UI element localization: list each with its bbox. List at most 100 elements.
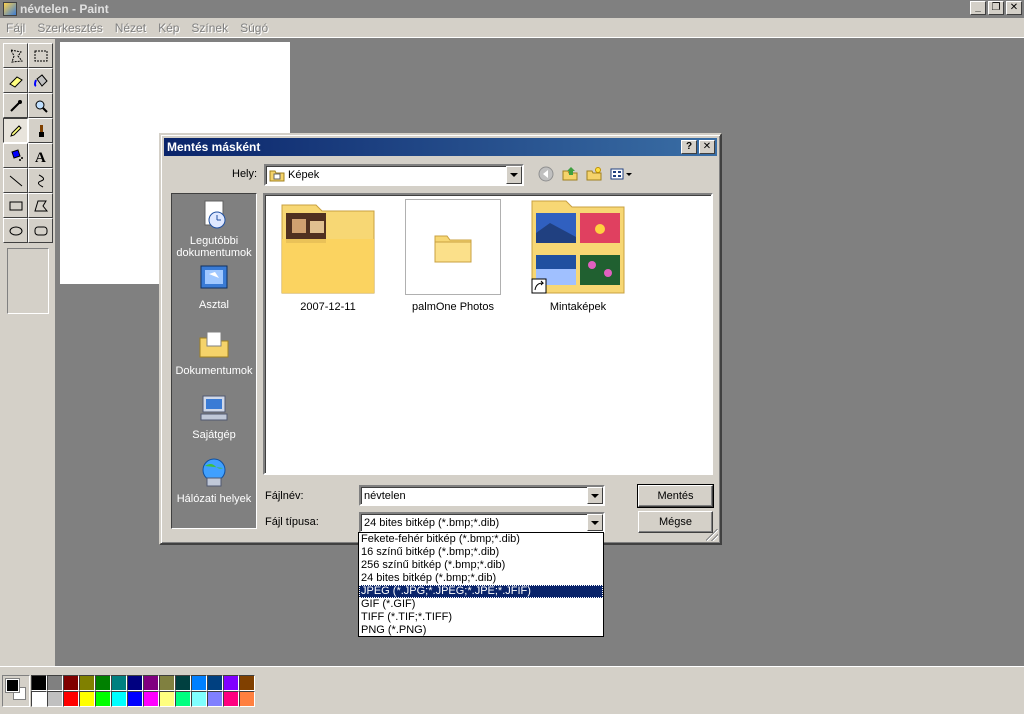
filetype-option[interactable]: 24 bites bitkép (*.bmp;*.dib) (359, 572, 603, 585)
file-item[interactable]: 2007-12-11 (273, 199, 383, 313)
dialog-title: Mentés másként (167, 140, 261, 154)
help-button[interactable]: ? (681, 140, 697, 154)
palette-swatch[interactable] (31, 675, 47, 691)
folder-photo-icon (280, 199, 376, 295)
palette-swatch[interactable] (127, 675, 143, 691)
tool-magnifier[interactable] (28, 93, 53, 118)
palette-swatch[interactable] (223, 675, 239, 691)
file-item[interactable]: palmOne Photos (398, 199, 508, 313)
tool-rect-select[interactable] (28, 43, 53, 68)
close-button[interactable]: ✕ (1006, 1, 1022, 15)
palette-swatch[interactable] (207, 691, 223, 707)
filetype-option[interactable]: PNG (*.PNG) (359, 624, 603, 637)
palette-swatch[interactable] (159, 691, 175, 707)
polygon-icon (33, 200, 48, 211)
palette-swatch[interactable] (79, 691, 95, 707)
tool-rounded-rect[interactable] (28, 218, 53, 243)
location-value: Képek (288, 169, 320, 181)
palette-swatch[interactable] (127, 691, 143, 707)
filename-input[interactable]: névtelen (359, 485, 605, 506)
filetype-option[interactable]: 256 színű bitkép (*.bmp;*.dib) (359, 559, 603, 572)
tool-ellipse[interactable] (3, 218, 28, 243)
tool-line[interactable] (3, 168, 28, 193)
tool-color-picker[interactable] (3, 93, 28, 118)
palette-swatch[interactable] (159, 675, 175, 691)
cancel-button[interactable]: Mégse (638, 511, 713, 533)
save-as-dialog: Mentés másként ? ✕ Hely: Képek Legutóbbi… (159, 133, 722, 545)
place-network[interactable]: Hálózati helyek (172, 456, 256, 505)
minimize-button[interactable]: _ (970, 1, 986, 15)
palette-swatch[interactable] (191, 675, 207, 691)
views-menu-button[interactable] (609, 165, 635, 183)
palette-swatch[interactable] (63, 675, 79, 691)
filetype-option[interactable]: 16 színű bitkép (*.bmp;*.dib) (359, 546, 603, 559)
palette-swatch[interactable] (143, 691, 159, 707)
place-my-computer[interactable]: Sajátgép (172, 392, 256, 441)
palette-swatch[interactable] (95, 675, 111, 691)
back-button[interactable] (537, 165, 555, 183)
tool-text[interactable]: A (28, 143, 53, 168)
dialog-close-button[interactable]: ✕ (699, 140, 715, 154)
place-documents[interactable]: Dokumentumok (172, 328, 256, 377)
airbrush-icon (10, 148, 23, 161)
menu-file[interactable]: Fájl (0, 21, 31, 35)
foreground-color (5, 678, 20, 693)
dialog-titlebar: Mentés másként ? ✕ (164, 138, 717, 156)
tool-airbrush[interactable] (3, 143, 28, 168)
tool-curve[interactable] (28, 168, 53, 193)
palette-swatch[interactable] (175, 691, 191, 707)
palette-swatch[interactable] (31, 691, 47, 707)
menu-view[interactable]: Nézet (109, 21, 152, 35)
palette-swatch[interactable] (111, 675, 127, 691)
tool-brush[interactable] (28, 118, 53, 143)
palette-swatch[interactable] (111, 691, 127, 707)
filetype-option[interactable]: Fekete-fehér bitkép (*.bmp;*.dib) (359, 533, 603, 546)
menu-edit[interactable]: Szerkesztés (31, 21, 108, 35)
filetype-option[interactable]: TIFF (*.TIF;*.TIFF) (359, 611, 603, 624)
eraser-icon (8, 75, 23, 88)
palette-swatch[interactable] (47, 691, 63, 707)
new-folder-button[interactable] (585, 165, 603, 183)
menu-colors[interactable]: Színek (185, 21, 234, 35)
palette-swatch[interactable] (239, 691, 255, 707)
filetype-option-selected[interactable]: JPEG (*.JPG;*.JPEG;*.JPE;*.JFIF) (359, 585, 603, 598)
folder-icon (405, 199, 501, 295)
free-select-icon (9, 48, 23, 63)
up-folder-button[interactable] (561, 165, 579, 183)
tool-free-select[interactable] (3, 43, 28, 68)
tool-eraser[interactable] (3, 68, 28, 93)
palette-swatch[interactable] (207, 675, 223, 691)
palette-swatch[interactable] (143, 675, 159, 691)
filetype-select[interactable]: 24 bites bitkép (*.bmp;*.dib) (359, 512, 605, 533)
palette-swatch[interactable] (63, 691, 79, 707)
current-colors[interactable] (2, 675, 30, 707)
save-button[interactable]: Mentés (637, 484, 714, 508)
tool-pencil[interactable] (3, 118, 28, 143)
menu-image[interactable]: Kép (152, 21, 185, 35)
place-recent-documents[interactable]: Legutóbbi dokumentumok (172, 198, 256, 259)
tool-rectangle[interactable] (3, 193, 28, 218)
file-item[interactable]: Mintaképek (523, 199, 633, 313)
place-desktop[interactable]: Asztal (172, 262, 256, 311)
filename-dropdown-arrow[interactable] (587, 487, 603, 504)
palette-swatch[interactable] (239, 675, 255, 691)
back-arrow-icon (538, 166, 554, 182)
filetype-option[interactable]: GIF (*.GIF) (359, 598, 603, 611)
tool-fill[interactable] (28, 68, 53, 93)
restore-button[interactable]: ❐ (988, 1, 1004, 15)
palette-swatch[interactable] (223, 691, 239, 707)
palette-swatch[interactable] (47, 675, 63, 691)
location-combo[interactable]: Képek (264, 164, 524, 186)
location-dropdown-arrow[interactable] (506, 166, 522, 184)
tool-options-box[interactable] (7, 248, 49, 314)
window-controls: _ ❐ ✕ (970, 1, 1022, 15)
palette-swatch[interactable] (79, 675, 95, 691)
resize-grip[interactable] (706, 529, 718, 541)
menu-help[interactable]: Súgó (234, 21, 274, 35)
file-label: palmOne Photos (412, 301, 494, 313)
palette-swatch[interactable] (175, 675, 191, 691)
palette-swatch[interactable] (191, 691, 207, 707)
tool-polygon[interactable] (28, 193, 53, 218)
palette-swatch[interactable] (95, 691, 111, 707)
filetype-dropdown-arrow[interactable] (587, 514, 603, 531)
